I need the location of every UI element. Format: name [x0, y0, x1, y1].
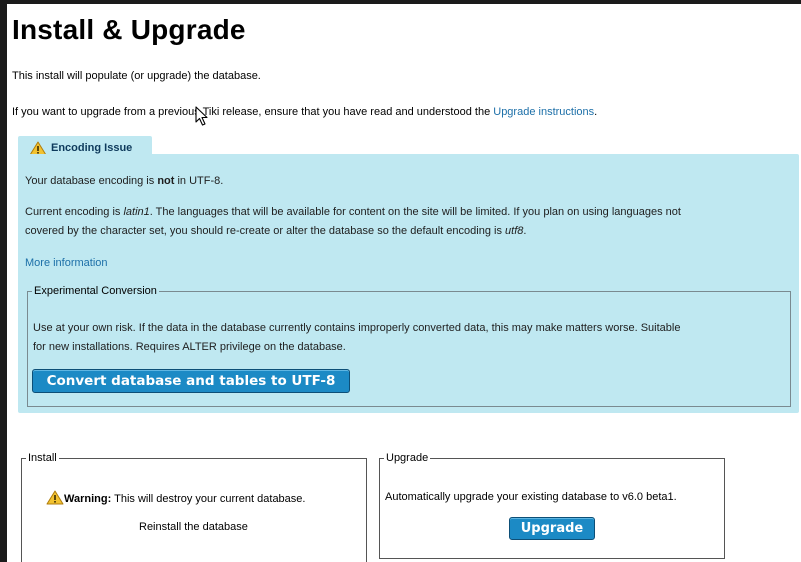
current-encoding-value: latin1 [123, 206, 150, 218]
page-title: Install & Upgrade [12, 14, 246, 45]
default-encoding-value: utf8 [505, 225, 524, 237]
encoding-status-not: not [157, 175, 175, 187]
install-warning-text: This will destroy your current database. [111, 493, 306, 505]
upgrade-fieldset: Upgrade Automatically upgrade your exist… [379, 451, 725, 559]
upgrade-instructions-link[interactable]: Upgrade instructions [493, 106, 594, 118]
conversion-warning-line-2: for new installations. Requires ALTER pr… [33, 341, 346, 353]
install-fieldset: Install Warning: This will destroy your … [21, 451, 367, 562]
convert-utf8-button[interactable]: Convert database and tables to UTF-8 [32, 369, 350, 393]
upgrade-note: If you want to upgrade from a previous T… [12, 106, 597, 118]
encoding-issue-title: Encoding Issue [51, 142, 133, 154]
current-encoding-desc: . The languages that will be available f… [149, 206, 681, 218]
reinstall-database-link[interactable]: Reinstall the database [139, 521, 248, 533]
upgrade-button[interactable]: Upgrade [509, 517, 595, 540]
more-information-link[interactable]: More information [25, 257, 108, 269]
encoding-status-suffix: in UTF-8. [174, 175, 224, 187]
mouse-pointer-icon [195, 106, 208, 126]
experimental-conversion-legend: Experimental Conversion [32, 284, 159, 298]
conversion-warning-text: Use at your own risk. If the data in the… [33, 319, 680, 357]
encoding-status-prefix: Your database encoding is [25, 175, 158, 187]
upgrade-note-end: . [594, 106, 598, 118]
encoding-status-text: Your database encoding is not in UTF-8. [25, 172, 223, 191]
install-legend: Install [26, 451, 59, 465]
current-encoding-desc-2: covered by the character set, you should… [25, 225, 506, 237]
upgrade-legend: Upgrade [384, 451, 431, 465]
more-info-line: More information [25, 254, 108, 273]
install-warning-label: Warning: [64, 493, 112, 505]
install-warning: Warning: This will destroy your current … [46, 490, 305, 505]
encoding-issue-panel: Your database encoding is not in UTF-8. … [18, 154, 799, 413]
upgrade-note-text: If you want to upgrade from a previous T… [12, 106, 494, 118]
current-encoding-end: . [523, 225, 527, 237]
warning-icon [46, 490, 64, 505]
current-encoding-text: Current encoding is latin1. The language… [25, 203, 681, 241]
upgrade-description: Automatically upgrade your existing data… [385, 491, 677, 503]
conversion-warning-line-1: Use at your own risk. If the data in the… [33, 322, 681, 334]
intro-text: This install will populate (or upgrade) … [12, 70, 261, 82]
installer-page: Install & Upgrade This install will popu… [7, 4, 801, 562]
current-encoding-prefix: Current encoding is [25, 206, 124, 218]
